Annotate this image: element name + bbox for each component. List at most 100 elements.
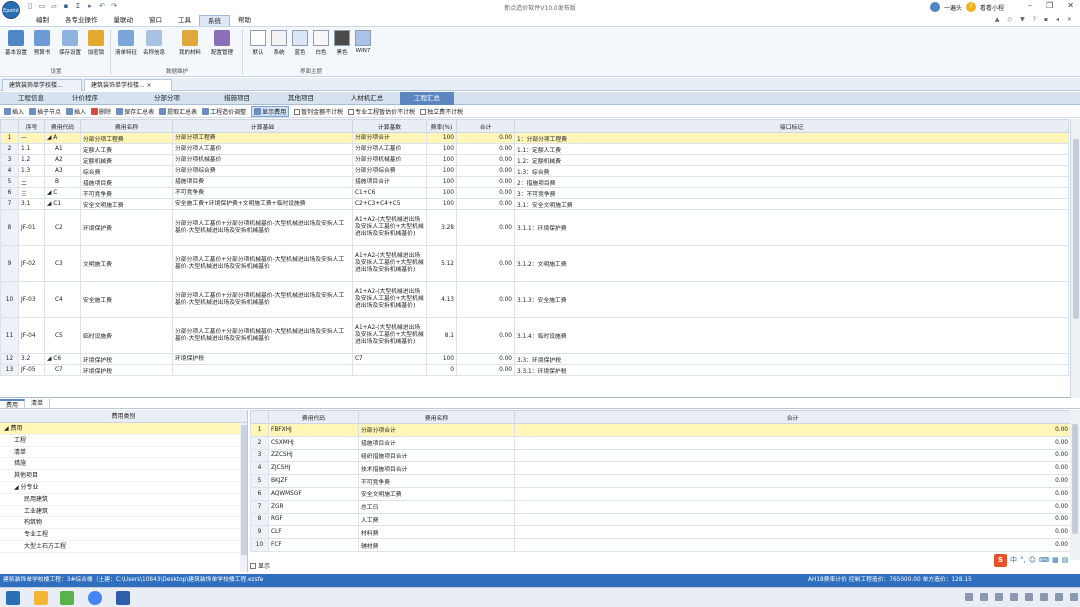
- ime-toolbar[interactable]: S 中 °, ☺ ⌨ ▦ ▤: [994, 553, 1068, 567]
- table-row[interactable]: 1 FBFXHJ 分部分项合计 0.00: [250, 423, 1070, 437]
- row-number[interactable]: 9: [0, 245, 19, 282]
- row-number[interactable]: 6: [0, 187, 19, 199]
- basis-cell[interactable]: 分部分项综合费: [172, 165, 353, 177]
- doc-tab-1[interactable]: 建筑装饰单学校楼...: [2, 79, 82, 91]
- budget-book-button[interactable]: 预算书: [30, 30, 54, 56]
- name-cell[interactable]: 技术措施项目合计: [358, 461, 515, 476]
- code-cell[interactable]: ◢ A: [44, 132, 81, 144]
- help-label[interactable]: 看看小程: [980, 3, 1004, 12]
- code-cell[interactable]: C5: [44, 317, 81, 354]
- rate-cell[interactable]: 100: [426, 187, 457, 199]
- theme-button-3[interactable]: 白色: [311, 30, 331, 56]
- seq-cell[interactable]: 二: [18, 176, 45, 188]
- module-tab-6[interactable]: 工程汇总: [400, 92, 454, 105]
- col-header-code[interactable]: 费用代码: [268, 410, 359, 424]
- basis-cell[interactable]: 分部分项工程费: [172, 132, 353, 144]
- name-info-button[interactable]: 名称信息: [142, 30, 166, 56]
- delete-button[interactable]: 删除: [91, 107, 111, 116]
- row-number[interactable]: 3: [0, 154, 19, 166]
- tree-item[interactable]: ◢ 费用: [0, 423, 247, 435]
- rate-cell[interactable]: 100: [426, 165, 457, 177]
- table-row[interactable]: 7 3.1 ◢ C1 安全文明施工费 安全施工费+环境保护费+文明施工费+临时设施费 C2…: [0, 198, 1069, 210]
- name-cell[interactable]: 安全施工费: [80, 281, 173, 318]
- total-cell[interactable]: 0.00: [456, 364, 515, 376]
- row-number[interactable]: 2: [0, 143, 19, 155]
- code-cell[interactable]: B: [44, 176, 81, 188]
- user-area[interactable]: 一遍头 ? 看看小程: [930, 2, 1004, 12]
- tray-icon[interactable]: [1025, 593, 1033, 601]
- total-cell[interactable]: 0.00: [514, 525, 1070, 540]
- name-cell[interactable]: 分部分项合计: [358, 423, 515, 437]
- base-cell[interactable]: C1+C6: [352, 187, 427, 199]
- seq-cell[interactable]: 3.1: [18, 198, 45, 210]
- mark-cell[interactable]: 3.1.2：文明施工费: [514, 245, 1069, 282]
- basis-cell[interactable]: 分部分项人工基价+分部分项机械基价-大型机械进出场及安拆人工基价-大型机械进出场…: [172, 209, 353, 246]
- total-cell[interactable]: 0.00: [514, 461, 1070, 476]
- table-row[interactable]: 12 3.2 ◢ C6 环境保护税 环境保护税 C7 100 0.00 3.3：环境保护税: [0, 353, 1069, 365]
- menu-control-icon[interactable]: ▲: [995, 16, 1000, 23]
- menu-item-2[interactable]: 量联动: [106, 15, 142, 26]
- basis-cell[interactable]: 分部分项人工基价+分部分项机械基价-大型机械进出场及安拆人工基价-大型机械进出场…: [172, 317, 353, 354]
- theme-button-5[interactable]: WIN7: [353, 30, 373, 54]
- table-row[interactable]: 6 AQWMSGF 安全文明施工费 0.00: [250, 486, 1070, 501]
- rate-cell[interactable]: 100: [426, 176, 457, 188]
- tree-item[interactable]: 民用建筑: [0, 494, 247, 506]
- tray-icon[interactable]: [1040, 593, 1048, 601]
- pricing-app-icon[interactable]: [116, 591, 130, 605]
- ime-lang[interactable]: 中: [1010, 555, 1017, 565]
- menu-item-0[interactable]: 编制: [28, 15, 57, 26]
- table-row[interactable]: 5 二 B 措施项目费 措施项目费 措施项目合计 100 0.00 2：措施项目费: [0, 176, 1069, 188]
- save-summary-button[interactable]: 保存汇总表: [116, 107, 154, 116]
- code-cell[interactable]: ◢ C6: [44, 353, 81, 365]
- code-cell[interactable]: AQWMSGF: [268, 486, 359, 501]
- table-row[interactable]: 3 ZZCSHJ 组织措施项目合计 0.00: [250, 448, 1070, 463]
- name-cell[interactable]: 材料费: [358, 525, 515, 540]
- menu-item-3[interactable]: 窗口: [141, 15, 170, 26]
- base-cell[interactable]: A1+A2-(大型机械进出场及安拆人工基价+大型机械进出场及安拆机械基价): [352, 245, 427, 282]
- module-tab-4[interactable]: 其他项目: [274, 92, 328, 105]
- rate-cell[interactable]: 100: [426, 132, 457, 144]
- mark-cell[interactable]: 3.1.4：临时设施费: [514, 317, 1069, 354]
- tab-fee[interactable]: 费用: [0, 399, 26, 409]
- cost-code-scrollbar[interactable]: [1070, 410, 1080, 560]
- base-cell[interactable]: A1+A2-(大型机械进出场及安拆人工基价+大型机械进出场及安拆机械基价): [352, 317, 427, 354]
- checkbox[interactable]: [348, 108, 355, 115]
- lock-button[interactable]: 加密锁: [84, 30, 108, 56]
- code-cell[interactable]: ZJCSHJ: [268, 461, 359, 476]
- code-cell[interactable]: FCF: [268, 538, 359, 552]
- table-row[interactable]: 8 RGF 人工费 0.00: [250, 512, 1070, 527]
- module-tab-0[interactable]: 工程信息: [4, 92, 58, 105]
- total-cell[interactable]: 0.00: [456, 353, 515, 365]
- total-cell[interactable]: 0.00: [456, 198, 515, 210]
- menu-control-icon[interactable]: ?: [1033, 16, 1036, 23]
- theme-button-0[interactable]: 默认: [248, 30, 268, 56]
- menu-control-icon[interactable]: ◂: [1056, 16, 1059, 23]
- rate-cell[interactable]: 100: [426, 198, 457, 210]
- row-number[interactable]: 13: [0, 364, 19, 376]
- minimize-icon[interactable]: –: [1028, 1, 1032, 10]
- tray-icon[interactable]: [1070, 593, 1078, 601]
- name-cell[interactable]: 环境保护税: [80, 364, 173, 376]
- name-cell[interactable]: 不可竞争费: [80, 187, 173, 199]
- col-header-total[interactable]: 合计: [456, 119, 515, 133]
- table-row[interactable]: 9 JF-02 C3 文明施工费 分部分项人工基价+分部分项机械基价-大型机械进出场及安…: [0, 245, 1069, 282]
- base-cell[interactable]: C7: [352, 353, 427, 365]
- menu-item-4[interactable]: 工具: [170, 15, 199, 26]
- code-cell[interactable]: C4: [44, 281, 81, 318]
- tree-item[interactable]: 清单: [0, 447, 247, 459]
- cost-adjust-button[interactable]: 工程造价调整: [202, 107, 246, 116]
- total-cell[interactable]: 0.00: [456, 209, 515, 246]
- total-cell[interactable]: 0.00: [456, 176, 515, 188]
- seq-cell[interactable]: 1.3: [18, 165, 45, 177]
- rate-cell[interactable]: 100: [426, 143, 457, 155]
- code-cell[interactable]: CSXMHJ: [268, 435, 359, 450]
- col-header-total[interactable]: 合计: [514, 410, 1070, 424]
- show-check[interactable]: 显示: [250, 561, 270, 570]
- scroll-thumb[interactable]: [1073, 139, 1079, 319]
- row-number[interactable]: 11: [0, 317, 19, 354]
- name-cell[interactable]: 措施项目合计: [358, 435, 515, 450]
- mark-cell[interactable]: 1.1：定额人工费: [514, 143, 1069, 155]
- checkbox[interactable]: [294, 108, 301, 115]
- pro-estimate-no-tax-check[interactable]: 专业工程暂估价不计税: [348, 107, 415, 116]
- show-cost-button[interactable]: 显示费用: [251, 106, 290, 117]
